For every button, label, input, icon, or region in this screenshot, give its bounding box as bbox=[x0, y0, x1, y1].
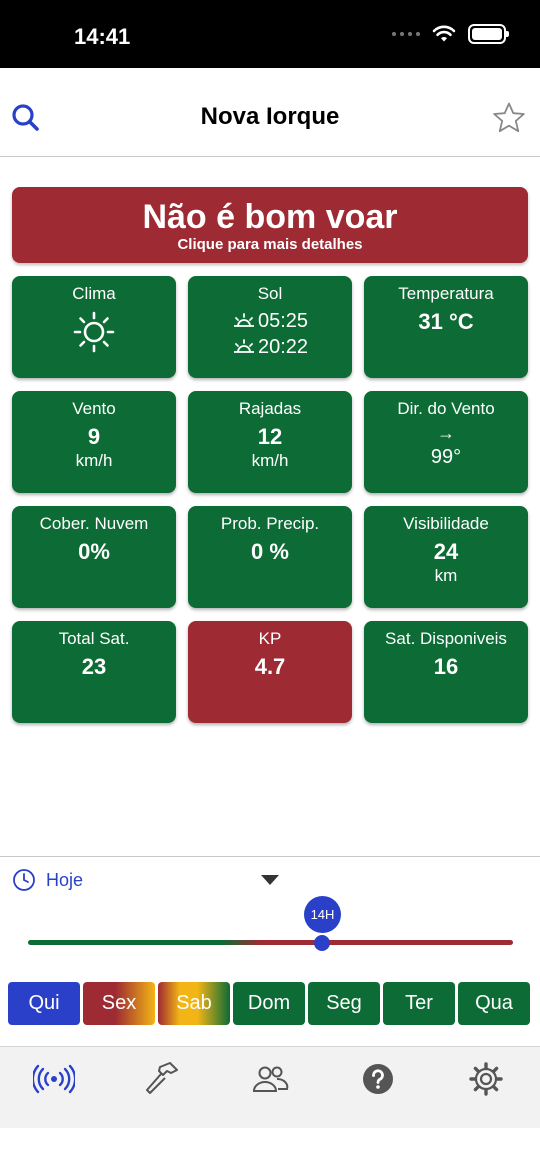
card-value: 99° bbox=[430, 446, 462, 468]
card-value: 9 bbox=[87, 424, 101, 449]
status-bar: 14:41 bbox=[0, 0, 540, 68]
card-sat-disp[interactable]: Sat. Disponiveis 16 bbox=[364, 621, 528, 723]
clock-icon bbox=[13, 869, 35, 891]
chevron-down-icon[interactable] bbox=[261, 875, 279, 885]
conditions-grid: Clima Sol 05:25 20:22 Temperatura 31 °C … bbox=[12, 276, 528, 723]
tab-tools[interactable] bbox=[140, 1061, 184, 1097]
hour-bubble: 14H bbox=[304, 896, 341, 933]
card-value: 4.7 bbox=[254, 654, 286, 679]
card-label: Rajadas bbox=[238, 399, 302, 418]
card-sol[interactable]: Sol 05:25 20:22 bbox=[188, 276, 352, 378]
card-precip[interactable]: Prob. Precip. 0 % bbox=[188, 506, 352, 608]
card-vento[interactable]: Vento 9 km/h bbox=[12, 391, 176, 493]
day-label: Hoje bbox=[46, 869, 84, 890]
tab-help[interactable] bbox=[356, 1061, 400, 1097]
sunrise-time: 05:25 bbox=[257, 310, 309, 332]
tab-settings[interactable] bbox=[464, 1061, 508, 1097]
day-buttons: Qui Sex Sab Dom Seg Ter Qua bbox=[8, 982, 530, 1025]
card-unit: km/h bbox=[251, 451, 289, 470]
day-button-sab[interactable]: Sab bbox=[158, 982, 230, 1025]
broadcast-icon bbox=[33, 1064, 75, 1094]
card-visibilidade[interactable]: Visibilidade 24 km bbox=[364, 506, 528, 608]
card-label: Prob. Precip. bbox=[220, 514, 320, 533]
signal-icon bbox=[392, 32, 420, 36]
day-button-sex[interactable]: Sex bbox=[83, 982, 155, 1025]
status-time: 14:41 bbox=[74, 24, 131, 49]
sunrise-icon bbox=[233, 313, 254, 327]
card-nuvem[interactable]: Cober. Nuvem 0% bbox=[12, 506, 176, 608]
page-title: Nova Iorque bbox=[200, 103, 340, 130]
wifi-icon bbox=[432, 25, 456, 42]
flight-status-banner[interactable]: Não é bom voar Clique para mais detalhes bbox=[12, 187, 528, 263]
day-button-dom[interactable]: Dom bbox=[233, 982, 305, 1025]
status-icons bbox=[392, 24, 509, 44]
card-temperatura[interactable]: Temperatura 31 °C bbox=[364, 276, 528, 378]
card-value: 12 bbox=[257, 424, 283, 449]
card-label: Vento bbox=[72, 399, 116, 418]
card-label: Temperatura bbox=[398, 284, 494, 303]
card-label: Clima bbox=[72, 284, 116, 303]
card-label: Dir. do Vento bbox=[397, 399, 495, 418]
card-label: KP bbox=[258, 629, 282, 648]
favorite-star-icon[interactable] bbox=[492, 101, 526, 135]
card-label: Visibilidade bbox=[403, 514, 489, 533]
wind-arrow-icon: → bbox=[437, 423, 455, 443]
flight-status-subtitle: Clique para mais detalhes bbox=[177, 236, 363, 253]
hammer-icon bbox=[146, 1062, 178, 1094]
day-selector[interactable]: Hoje bbox=[12, 868, 83, 892]
card-value: 24 bbox=[433, 539, 459, 564]
card-value: 31 °C bbox=[418, 309, 474, 334]
battery-icon bbox=[468, 24, 509, 44]
header: Nova Iorque bbox=[0, 68, 540, 157]
day-button-qua[interactable]: Qua bbox=[458, 982, 530, 1025]
divider bbox=[0, 856, 540, 857]
day-button-ter[interactable]: Ter bbox=[383, 982, 455, 1025]
card-kp[interactable]: KP 4.7 bbox=[188, 621, 352, 723]
card-rajadas[interactable]: Rajadas 12 km/h bbox=[188, 391, 352, 493]
day-button-seg[interactable]: Seg bbox=[308, 982, 380, 1025]
hour-slider-thumb[interactable] bbox=[314, 935, 330, 951]
tab-bar bbox=[0, 1046, 540, 1128]
sunset-icon bbox=[233, 339, 254, 353]
card-label: Sat. Disponiveis bbox=[385, 629, 507, 648]
card-label: Cober. Nuvem bbox=[39, 514, 149, 533]
sun-icon bbox=[73, 311, 115, 353]
hour-slider-track[interactable] bbox=[28, 940, 513, 945]
day-button-qui[interactable]: Qui bbox=[8, 982, 80, 1025]
tab-community[interactable] bbox=[248, 1061, 292, 1097]
card-unit: km bbox=[434, 566, 458, 585]
card-value: 16 bbox=[433, 654, 459, 679]
card-value: 23 bbox=[81, 654, 107, 679]
card-dir-vento[interactable]: Dir. do Vento → 99° bbox=[364, 391, 528, 493]
help-icon bbox=[363, 1064, 393, 1094]
card-label: Sol bbox=[257, 284, 283, 303]
card-clima[interactable]: Clima bbox=[12, 276, 176, 378]
card-total-sat[interactable]: Total Sat. 23 bbox=[12, 621, 176, 723]
sunset-time: 20:22 bbox=[257, 336, 309, 358]
flight-status-title: Não é bom voar bbox=[142, 198, 398, 236]
home-indicator-area bbox=[0, 1128, 540, 1171]
card-value: 0% bbox=[78, 539, 110, 564]
settings-icon bbox=[469, 1062, 503, 1096]
card-value: 0 % bbox=[251, 539, 289, 564]
users-icon bbox=[252, 1066, 289, 1092]
card-unit: km/h bbox=[75, 451, 113, 470]
card-label: Total Sat. bbox=[58, 629, 130, 648]
tab-broadcast[interactable] bbox=[32, 1061, 76, 1097]
